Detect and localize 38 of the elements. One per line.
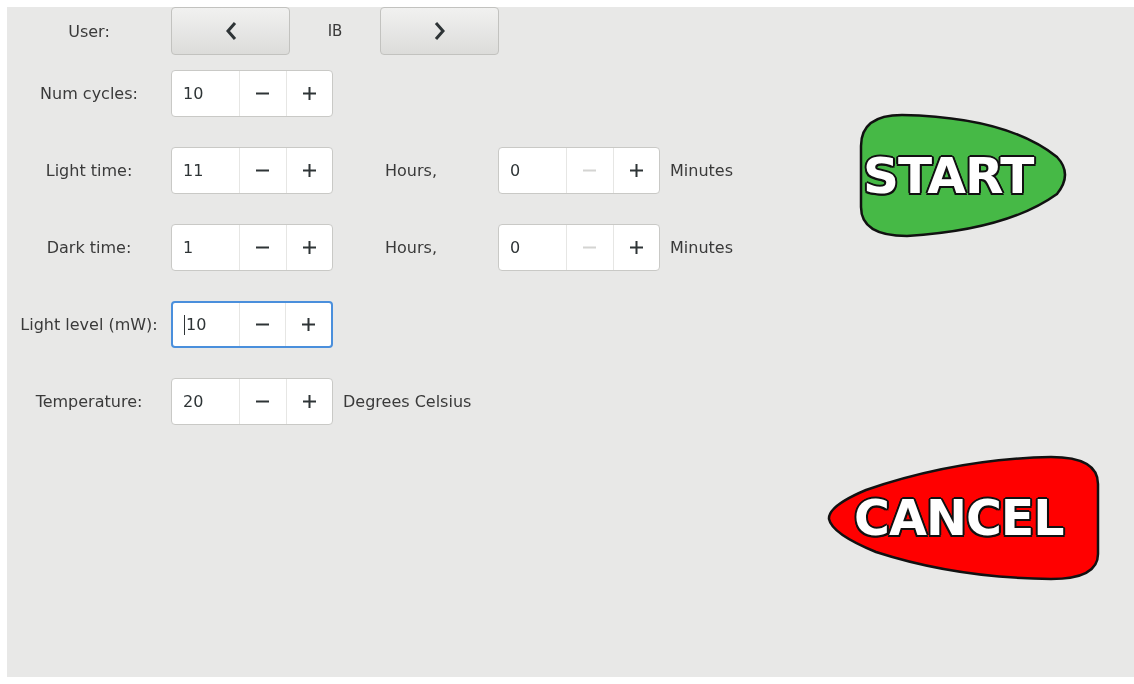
plus-icon	[302, 395, 316, 408]
spin-field[interactable]: 10	[171, 301, 333, 348]
chevron-left-icon	[224, 21, 237, 41]
field-label: Num cycles:	[39, 84, 139, 103]
number-value[interactable]: 20	[172, 379, 240, 424]
plus-icon	[302, 318, 316, 331]
unit-label: Hours,	[385, 238, 438, 257]
number-value[interactable]: 0	[499, 148, 567, 193]
spin-field[interactable]: 10	[171, 70, 333, 117]
plus-icon	[302, 241, 316, 254]
number-value[interactable]: 11	[172, 148, 240, 193]
plus-icon	[629, 164, 643, 177]
user-label: User:	[67, 21, 111, 41]
unit-label: Degrees Celsius	[343, 392, 472, 411]
next-button[interactable]	[380, 7, 499, 55]
plus-icon	[302, 87, 316, 100]
spin-field[interactable]: 1	[171, 224, 333, 271]
number-value[interactable]: 10	[172, 71, 240, 116]
spin-field[interactable]: 0	[498, 224, 660, 271]
number-value[interactable]: 10	[173, 303, 240, 346]
plus-icon	[629, 241, 643, 254]
chevron-right-icon	[433, 21, 446, 41]
spin-field[interactable]: 20	[171, 378, 333, 425]
field-label: Temperature:	[34, 392, 144, 411]
spin-field[interactable]: 11	[171, 147, 333, 194]
user-name: IB	[326, 22, 344, 40]
field-label: Light level (mW):	[19, 315, 159, 334]
field-label: Dark time:	[45, 238, 133, 257]
number-value[interactable]: 0	[499, 225, 567, 270]
unit-label: Hours,	[385, 161, 438, 180]
field-label: Light time:	[44, 161, 134, 180]
cancel-button[interactable]: CANCEL	[826, 454, 1102, 582]
unit-label: Minutes	[670, 161, 733, 180]
unit-label: Minutes	[670, 238, 733, 257]
number-value[interactable]: 1	[172, 225, 240, 270]
previous-button[interactable]	[171, 7, 290, 55]
spin-field[interactable]: 0	[498, 147, 660, 194]
plus-icon	[302, 164, 316, 177]
